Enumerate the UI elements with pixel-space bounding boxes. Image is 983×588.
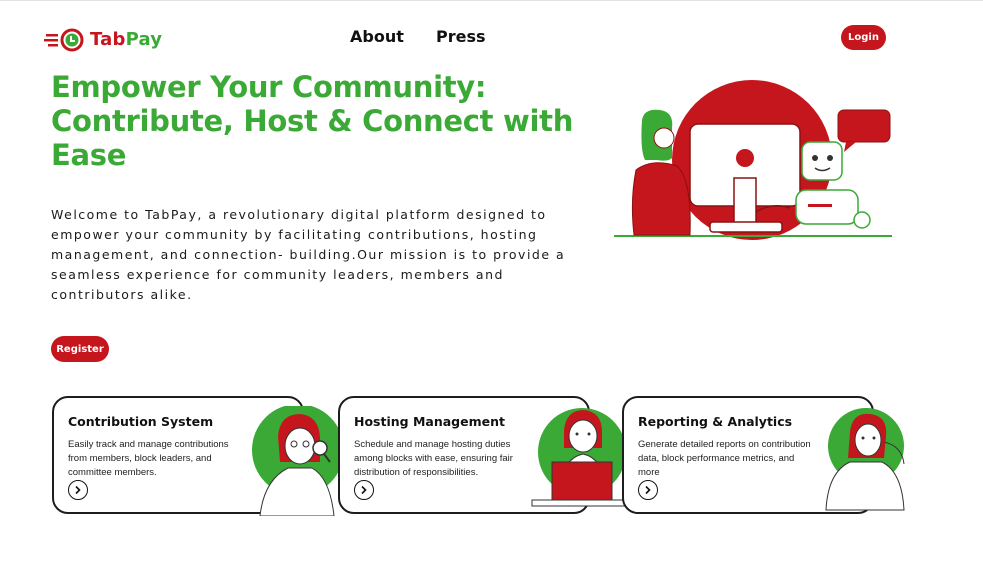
nav-press-link[interactable]: Press xyxy=(436,27,486,46)
arrow-right-circle-icon[interactable] xyxy=(638,480,658,500)
top-border xyxy=(0,0,983,1)
hero-illustration xyxy=(614,80,892,240)
hero-description: Welcome to TabPay, a revolutionary digit… xyxy=(51,207,566,302)
card-title: Contribution System xyxy=(68,414,214,429)
woman-with-magnifier-illustration xyxy=(252,406,344,516)
logo-clock-icon xyxy=(44,28,84,52)
card-description: Easily track and manage contributions fr… xyxy=(68,439,229,478)
card-title: Reporting & Analytics xyxy=(638,414,793,429)
arrow-right-circle-icon[interactable] xyxy=(354,480,374,500)
woman-thinking-illustration xyxy=(825,408,905,511)
card-description: Generate detailed reports on contributio… xyxy=(638,439,811,478)
hero-title: Empower Your Community: Contribute, Host… xyxy=(51,70,574,172)
card-description: Schedule and manage hosting duties among… xyxy=(354,439,513,478)
login-button[interactable]: Login xyxy=(841,25,886,50)
nav-about-link[interactable]: About xyxy=(350,27,404,46)
woman-at-laptop-illustration xyxy=(531,408,630,507)
feature-card-reporting[interactable]: Reporting & Analytics Generate detailed … xyxy=(622,396,905,514)
feature-card-contribution[interactable]: Contribution System Easily track and man… xyxy=(52,396,344,516)
tabpay-logo[interactable]: TabPay xyxy=(44,24,164,54)
feature-card-hosting[interactable]: Hosting Management Schedule and manage h… xyxy=(338,396,630,514)
logo-wordmark: TabPay xyxy=(90,28,163,50)
card-title: Hosting Management xyxy=(354,414,505,429)
arrow-right-circle-icon[interactable] xyxy=(68,480,88,500)
register-button[interactable]: Register xyxy=(51,336,109,362)
